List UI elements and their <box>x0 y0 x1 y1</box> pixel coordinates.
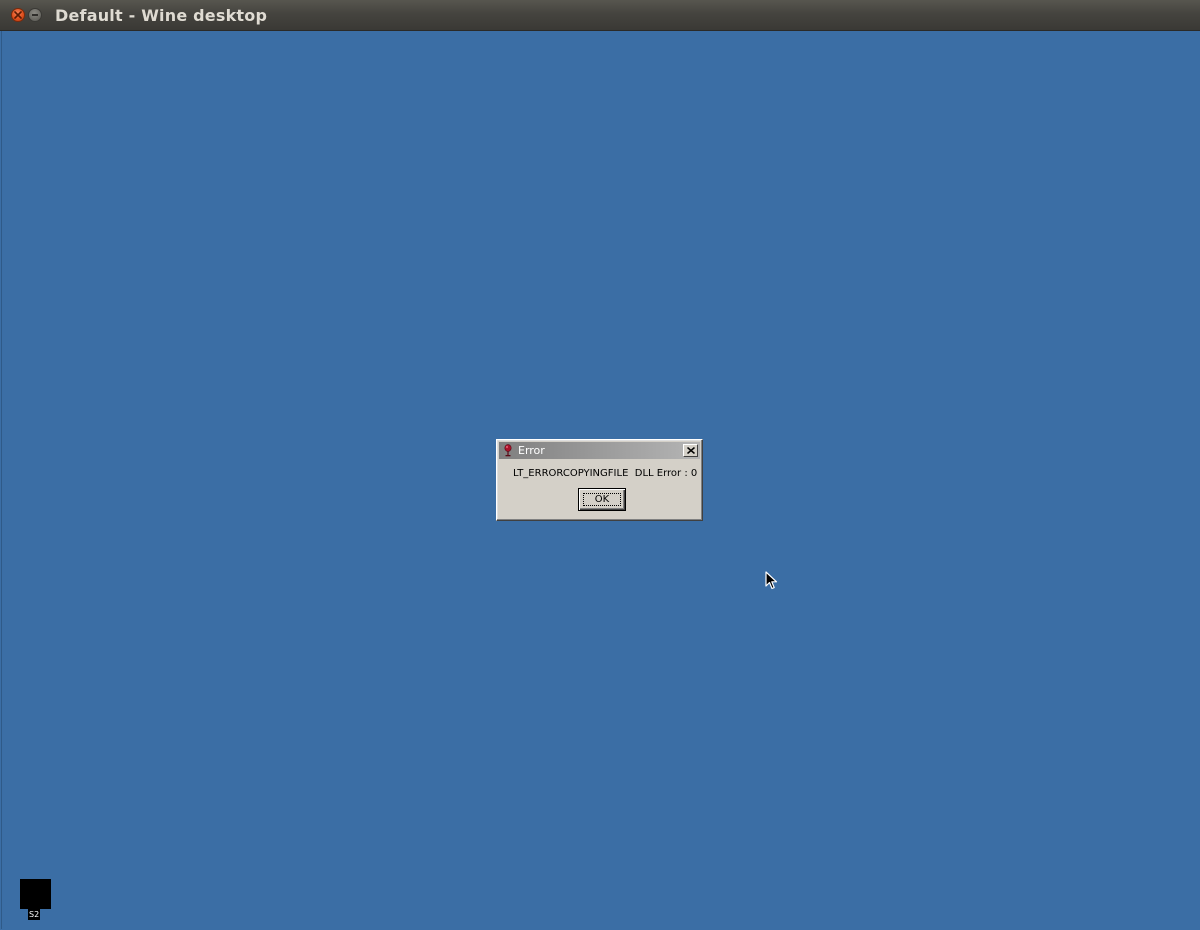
dialog-title: Error <box>518 444 545 457</box>
error-dialog: Error LT_ERRORCOPYINGFILE DLL Error : 0 … <box>496 439 703 521</box>
close-icon <box>14 11 22 19</box>
window-minimize-button[interactable] <box>28 8 42 22</box>
close-icon <box>687 447 695 454</box>
window-title: Default - Wine desktop <box>55 6 268 25</box>
dialog-titlebar[interactable]: Error <box>499 442 700 459</box>
dialog-message: LT_ERRORCOPYINGFILE DLL Error : 0 <box>513 468 698 479</box>
wine-desktop-window: Default - Wine desktop Error LT_ERRORCOP… <box>0 0 1200 930</box>
ok-button[interactable]: OK <box>578 488 626 511</box>
wine-glass-icon <box>504 444 512 457</box>
mouse-cursor-icon <box>765 571 778 590</box>
minimize-icon <box>32 14 38 16</box>
application-icon[interactable] <box>20 879 51 909</box>
window-close-button[interactable] <box>11 8 25 22</box>
desktop-icon-label[interactable]: S2 <box>28 909 41 920</box>
ok-button-label: OK <box>594 494 610 505</box>
window-titlebar[interactable]: Default - Wine desktop <box>0 0 1200 31</box>
dialog-close-button[interactable] <box>683 444 698 457</box>
